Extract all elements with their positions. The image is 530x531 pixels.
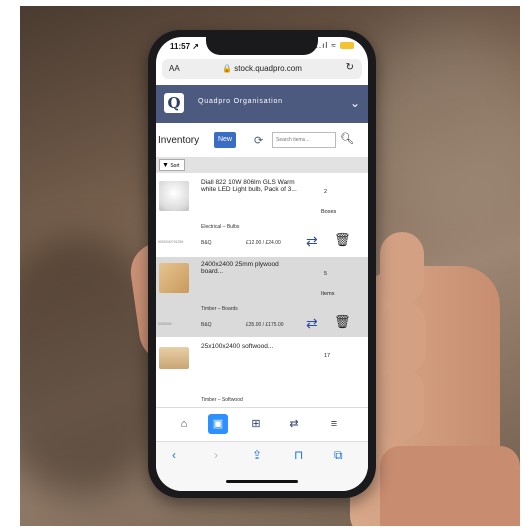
inventory-toolbar: Inventory New ⟳ 🔍︎ [156, 129, 368, 153]
item-quantity: 2 [324, 189, 328, 195]
menu-icon[interactable]: ≡ [324, 414, 344, 434]
forward-icon[interactable]: › [214, 448, 218, 462]
trash-icon[interactable]: 🗑︎ [334, 232, 351, 248]
status-time: 11:57 ↗ [170, 42, 199, 51]
search-icon[interactable]: 🔍︎ [340, 132, 354, 145]
sort-bar: ▼ Sort [156, 157, 368, 173]
transfer-icon[interactable]: ⇄ [306, 315, 318, 332]
phone-screen: 11:57 ↗ ..ıl ≈ AA 🔒 stock.quadpro.com ↻ … [156, 37, 368, 491]
item-quantity: 17 [324, 353, 331, 359]
item-code: 5059340791255 [158, 240, 184, 244]
home-icon[interactable]: ⌂ [174, 414, 194, 434]
home-indicator [226, 480, 298, 483]
item-category: Electrical – Bulbs [201, 224, 240, 230]
product-image [159, 181, 189, 211]
app-header: Q Quadpro Organisation ⌄ [156, 85, 368, 123]
hand-wrist [380, 446, 520, 526]
item-description: 2400x2400 25mm plywood board... [201, 261, 279, 275]
signal-indicators: ..ıl ≈ [316, 41, 354, 50]
phone-notch [206, 37, 318, 55]
sort-label: Sort [170, 163, 180, 169]
new-item-button[interactable]: New [214, 132, 236, 148]
add-icon[interactable]: ⊞ [246, 414, 266, 434]
list-item[interactable]: 2400x2400 25mm plywood board... 5 Items … [156, 257, 368, 337]
back-icon[interactable]: ‹ [172, 448, 176, 462]
list-item[interactable]: 25x100x2400 softwood... 17 Timber – Soft… [156, 339, 368, 407]
trash-icon[interactable]: 🗑︎ [334, 314, 351, 330]
item-description: Diall 822 10W 806lm GLS Warm white LED L… [201, 179, 297, 193]
url-text: 🔒 stock.quadpro.com [222, 64, 302, 73]
hand-finger [380, 368, 424, 440]
item-unit: Items [321, 291, 335, 297]
product-image [159, 263, 189, 293]
item-price: £35.00 / £175.00 [246, 322, 284, 328]
hand-finger [380, 232, 424, 304]
signal-icon: ..ıl ≈ [315, 41, 337, 50]
address-bar[interactable]: AA 🔒 stock.quadpro.com ↻ [162, 59, 362, 79]
item-category: Timber – Softwood [201, 397, 243, 403]
item-price: £12.00 / £24.00 [246, 240, 281, 246]
sort-button[interactable]: ▼ Sort [159, 159, 185, 171]
tabs-icon[interactable]: ⧉ [334, 448, 343, 463]
item-location: B&Q [201, 322, 212, 328]
transfer-icon[interactable]: ⇄ [306, 233, 318, 250]
item-location: B&Q [201, 240, 212, 246]
item-description: 25x100x2400 softwood... [201, 343, 274, 350]
item-category: Timber – Boards [201, 306, 238, 312]
organisation-name: Quadpro Organisation [198, 98, 283, 105]
item-quantity: 5 [324, 271, 328, 277]
page-title: Inventory [158, 135, 200, 146]
battery-icon [340, 42, 354, 50]
product-image [159, 347, 189, 369]
filter-icon: ▼ [162, 162, 169, 169]
url-value: stock.quadpro.com [234, 64, 302, 73]
quadpro-logo[interactable]: Q [164, 93, 184, 113]
reload-icon[interactable]: ↻ [346, 62, 354, 73]
bookmarks-icon[interactable]: ⊓ [294, 448, 303, 462]
browser-toolbar: ‹ › ⇪ ⊓ ⧉ [156, 441, 368, 491]
inventory-box-icon[interactable]: ▣ [208, 414, 228, 434]
transfer-nav-icon[interactable]: ⇄ [284, 414, 304, 434]
bottom-navigation: ⌂ ▣ ⊞ ⇄ ≡ [156, 407, 368, 438]
list-item[interactable]: Diall 822 10W 806lm GLS Warm white LED L… [156, 175, 368, 255]
hand-finger [382, 302, 426, 374]
refresh-icon[interactable]: ⟳ [254, 134, 263, 147]
search-input[interactable] [272, 132, 336, 148]
item-unit: Boxes [321, 209, 337, 215]
item-code: 5059340 [158, 322, 172, 326]
share-icon[interactable]: ⇪ [252, 448, 262, 462]
chevron-down-icon[interactable]: ⌄ [350, 96, 360, 110]
phone: 11:57 ↗ ..ıl ≈ AA 🔒 stock.quadpro.com ↻ … [148, 30, 376, 498]
